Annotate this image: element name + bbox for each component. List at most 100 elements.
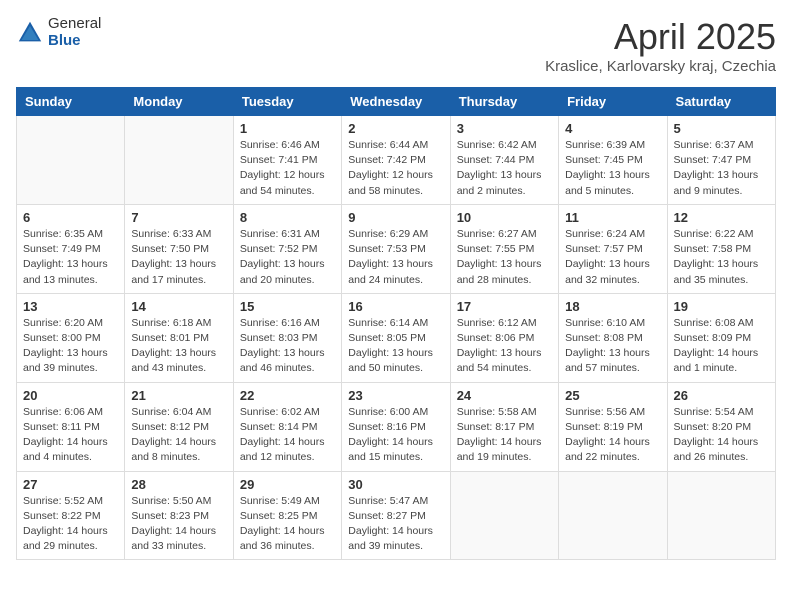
calendar-cell: 4 Sunrise: 6:39 AM Sunset: 7:45 PM Daylig… — [559, 116, 667, 205]
day-info: Sunrise: 6:37 AM Sunset: 7:47 PM Dayligh… — [674, 138, 769, 199]
day-number: 1 — [240, 121, 335, 136]
day-info: Sunrise: 6:20 AM Sunset: 8:00 PM Dayligh… — [23, 316, 118, 377]
day-number: 26 — [674, 388, 769, 403]
day-number: 20 — [23, 388, 118, 403]
calendar-cell: 14 Sunrise: 6:18 AM Sunset: 8:01 PM Dayli… — [125, 293, 233, 382]
day-info: Sunrise: 5:49 AM Sunset: 8:25 PM Dayligh… — [240, 494, 335, 555]
day-info: Sunrise: 6:24 AM Sunset: 7:57 PM Dayligh… — [565, 227, 660, 288]
day-number: 6 — [23, 210, 118, 225]
day-number: 16 — [348, 299, 443, 314]
day-info: Sunrise: 6:06 AM Sunset: 8:11 PM Dayligh… — [23, 405, 118, 466]
day-info: Sunrise: 6:46 AM Sunset: 7:41 PM Dayligh… — [240, 138, 335, 199]
day-number: 5 — [674, 121, 769, 136]
calendar-cell: 19 Sunrise: 6:08 AM Sunset: 8:09 PM Dayli… — [667, 293, 775, 382]
day-info: Sunrise: 5:54 AM Sunset: 8:20 PM Dayligh… — [674, 405, 769, 466]
day-number: 10 — [457, 210, 552, 225]
calendar-cell: 1 Sunrise: 6:46 AM Sunset: 7:41 PM Daylig… — [233, 116, 341, 205]
calendar-cell: 16 Sunrise: 6:14 AM Sunset: 8:05 PM Dayli… — [342, 293, 450, 382]
day-info: Sunrise: 5:52 AM Sunset: 8:22 PM Dayligh… — [23, 494, 118, 555]
calendar-cell — [17, 116, 125, 205]
logo: General Blue — [16, 16, 101, 49]
calendar-cell: 2Sunrise: 6:44 AM Sunset: 7:42 PM Daylig… — [342, 116, 450, 205]
day-info: Sunrise: 6:16 AM Sunset: 8:03 PM Dayligh… — [240, 316, 335, 377]
calendar-cell — [125, 116, 233, 205]
calendar-cell: 13 Sunrise: 6:20 AM Sunset: 8:00 PM Dayli… — [17, 293, 125, 382]
day-info: Sunrise: 6:18 AM Sunset: 8:01 PM Dayligh… — [131, 316, 226, 377]
day-number: 9 — [348, 210, 443, 225]
calendar-cell: 28 Sunrise: 5:50 AM Sunset: 8:23 PM Dayli… — [125, 471, 233, 560]
day-number: 28 — [131, 477, 226, 492]
week-row-4: 20 Sunrise: 6:06 AM Sunset: 8:11 PM Dayli… — [17, 382, 776, 471]
day-number: 21 — [131, 388, 226, 403]
col-friday: Friday — [559, 88, 667, 116]
calendar-cell: 18Sunrise: 6:10 AM Sunset: 8:08 PM Dayli… — [559, 293, 667, 382]
calendar-cell: 20 Sunrise: 6:06 AM Sunset: 8:11 PM Dayli… — [17, 382, 125, 471]
day-number: 12 — [674, 210, 769, 225]
calendar-cell: 21Sunrise: 6:04 AM Sunset: 8:12 PM Dayli… — [125, 382, 233, 471]
month-title: April 2025 — [545, 16, 776, 58]
day-info: Sunrise: 6:14 AM Sunset: 8:05 PM Dayligh… — [348, 316, 443, 377]
calendar-cell: 24 Sunrise: 5:58 AM Sunset: 8:17 PM Dayli… — [450, 382, 558, 471]
day-info: Sunrise: 6:39 AM Sunset: 7:45 PM Dayligh… — [565, 138, 660, 199]
day-info: Sunrise: 6:35 AM Sunset: 7:49 PM Dayligh… — [23, 227, 118, 288]
day-number: 4 — [565, 121, 660, 136]
day-info: Sunrise: 5:47 AM Sunset: 8:27 PM Dayligh… — [348, 494, 443, 555]
col-thursday: Thursday — [450, 88, 558, 116]
calendar-cell: 15 Sunrise: 6:16 AM Sunset: 8:03 PM Dayli… — [233, 293, 341, 382]
day-info: Sunrise: 6:44 AM Sunset: 7:42 PM Dayligh… — [348, 138, 443, 199]
day-number: 15 — [240, 299, 335, 314]
col-monday: Monday — [125, 88, 233, 116]
calendar-cell: 25Sunrise: 5:56 AM Sunset: 8:19 PM Dayli… — [559, 382, 667, 471]
day-info: Sunrise: 6:27 AM Sunset: 7:55 PM Dayligh… — [457, 227, 552, 288]
day-number: 11 — [565, 210, 660, 225]
calendar-cell: 22Sunrise: 6:02 AM Sunset: 8:14 PM Dayli… — [233, 382, 341, 471]
week-row-3: 13 Sunrise: 6:20 AM Sunset: 8:00 PM Dayli… — [17, 293, 776, 382]
calendar-cell: 10 Sunrise: 6:27 AM Sunset: 7:55 PM Dayli… — [450, 204, 558, 293]
calendar-cell: 30 Sunrise: 5:47 AM Sunset: 8:27 PM Dayli… — [342, 471, 450, 560]
day-number: 7 — [131, 210, 226, 225]
day-number: 25 — [565, 388, 660, 403]
week-row-1: 1 Sunrise: 6:46 AM Sunset: 7:41 PM Daylig… — [17, 116, 776, 205]
calendar-cell — [667, 471, 775, 560]
calendar-cell: 7 Sunrise: 6:33 AM Sunset: 7:50 PM Daylig… — [125, 204, 233, 293]
day-info: Sunrise: 6:29 AM Sunset: 7:53 PM Dayligh… — [348, 227, 443, 288]
day-info: Sunrise: 6:33 AM Sunset: 7:50 PM Dayligh… — [131, 227, 226, 288]
calendar-cell — [450, 471, 558, 560]
col-wednesday: Wednesday — [342, 88, 450, 116]
day-info: Sunrise: 6:12 AM Sunset: 8:06 PM Dayligh… — [457, 316, 552, 377]
day-info: Sunrise: 6:42 AM Sunset: 7:44 PM Dayligh… — [457, 138, 552, 199]
day-number: 14 — [131, 299, 226, 314]
day-info: Sunrise: 5:58 AM Sunset: 8:17 PM Dayligh… — [457, 405, 552, 466]
day-number: 13 — [23, 299, 118, 314]
col-saturday: Saturday — [667, 88, 775, 116]
week-row-2: 6 Sunrise: 6:35 AM Sunset: 7:49 PM Daylig… — [17, 204, 776, 293]
day-number: 23 — [348, 388, 443, 403]
day-number: 3 — [457, 121, 552, 136]
day-number: 30 — [348, 477, 443, 492]
calendar-cell: 8Sunrise: 6:31 AM Sunset: 7:52 PM Daylig… — [233, 204, 341, 293]
title-section: April 2025 Kraslice, Karlovarsky kraj, C… — [545, 16, 776, 75]
header: General Blue April 2025 Kraslice, Karlov… — [16, 16, 776, 75]
calendar-cell: 3 Sunrise: 6:42 AM Sunset: 7:44 PM Daylig… — [450, 116, 558, 205]
logo-general: General — [48, 16, 101, 33]
day-info: Sunrise: 6:08 AM Sunset: 8:09 PM Dayligh… — [674, 316, 769, 377]
calendar-cell: 5 Sunrise: 6:37 AM Sunset: 7:47 PM Daylig… — [667, 116, 775, 205]
day-info: Sunrise: 5:50 AM Sunset: 8:23 PM Dayligh… — [131, 494, 226, 555]
day-number: 24 — [457, 388, 552, 403]
header-row: Sunday Monday Tuesday Wednesday Thursday… — [17, 88, 776, 116]
logo-icon — [16, 19, 44, 47]
calendar-cell: 29Sunrise: 5:49 AM Sunset: 8:25 PM Dayli… — [233, 471, 341, 560]
day-number: 17 — [457, 299, 552, 314]
calendar-cell: 26 Sunrise: 5:54 AM Sunset: 8:20 PM Dayli… — [667, 382, 775, 471]
col-tuesday: Tuesday — [233, 88, 341, 116]
day-info: Sunrise: 6:22 AM Sunset: 7:58 PM Dayligh… — [674, 227, 769, 288]
day-number: 22 — [240, 388, 335, 403]
day-number: 19 — [674, 299, 769, 314]
day-info: Sunrise: 6:00 AM Sunset: 8:16 PM Dayligh… — [348, 405, 443, 466]
logo-text: General Blue — [48, 16, 101, 49]
logo-blue: Blue — [48, 33, 101, 50]
calendar-cell: 27Sunrise: 5:52 AM Sunset: 8:22 PM Dayli… — [17, 471, 125, 560]
day-number: 8 — [240, 210, 335, 225]
calendar-cell — [559, 471, 667, 560]
location-title: Kraslice, Karlovarsky kraj, Czechia — [545, 58, 776, 75]
